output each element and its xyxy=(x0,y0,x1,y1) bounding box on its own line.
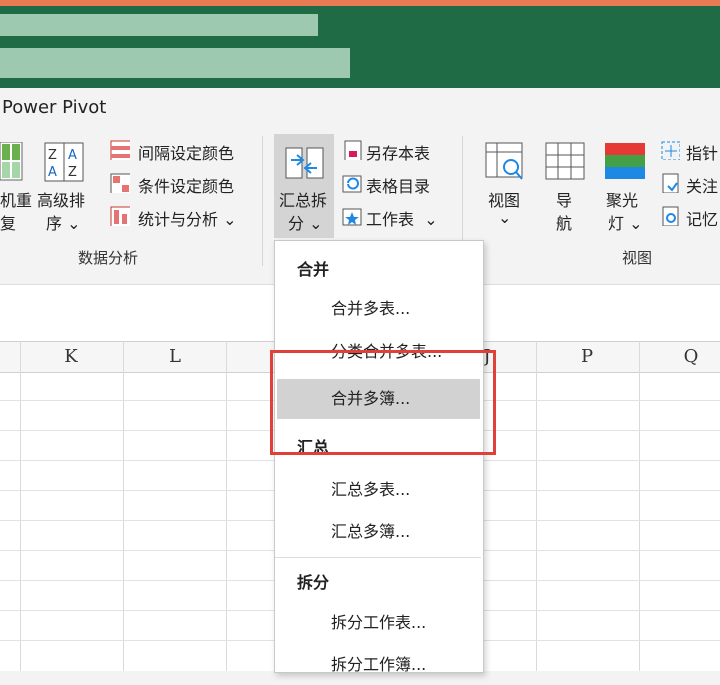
window-accent-strip xyxy=(0,0,720,6)
advanced-sort-label[interactable]: 高级排 xyxy=(37,187,85,211)
svg-text:A: A xyxy=(68,148,77,163)
spotlight-icon xyxy=(604,142,646,182)
follow-item[interactable]: 关注 xyxy=(660,173,720,195)
spotlight-label[interactable]: 聚光 xyxy=(606,187,638,211)
table-toc-label: 表格目录 xyxy=(366,177,431,196)
menu-item-split-workbook[interactable]: 拆分工作簿... xyxy=(277,645,480,685)
menu-divider xyxy=(275,557,481,558)
stats-item[interactable]: 统计与分析 ⌄ xyxy=(110,206,237,230)
svg-text:A: A xyxy=(48,165,57,180)
grid-vline xyxy=(536,341,537,671)
grid-vline xyxy=(226,341,227,671)
condition-grid-icon xyxy=(110,173,132,195)
grid-vline xyxy=(123,341,124,671)
menu-item-summary-multi-table[interactable]: 汇总多表... xyxy=(277,470,480,510)
navigation-label-2[interactable]: 航 xyxy=(556,210,572,234)
highlight-annotation-box xyxy=(270,350,496,455)
partial-table-icon xyxy=(0,141,24,182)
partial-button-label[interactable]: 机重 xyxy=(0,187,32,211)
merge-arrows-icon xyxy=(283,142,325,184)
toc-icon xyxy=(342,175,362,193)
menu-item-split-worksheet[interactable]: 拆分工作表... xyxy=(277,603,480,643)
advanced-sort-label-2[interactable]: 序 ⌄ xyxy=(46,210,81,234)
worksheet-label: 工作表 ⌄ xyxy=(366,210,438,229)
pointer-item[interactable]: 指针 xyxy=(660,140,720,162)
menu-section-split: 拆分 xyxy=(297,573,330,592)
stats-grid-icon xyxy=(110,206,132,228)
column-header-q[interactable]: Q xyxy=(640,342,720,372)
interval-color-item[interactable]: 间隔设定颜色 xyxy=(110,140,234,164)
save-table-item[interactable]: 另存本表 xyxy=(342,140,430,164)
worksheet-star-icon xyxy=(342,208,362,226)
stats-label: 统计与分析 ⌄ xyxy=(138,210,237,229)
group-label-view: 视图 xyxy=(622,249,653,267)
condition-color-label: 条件设定颜色 xyxy=(138,177,235,196)
navigation-icon xyxy=(545,142,585,182)
navigation-label[interactable]: 导 xyxy=(556,187,572,211)
column-header-l[interactable]: L xyxy=(124,342,226,372)
condition-color-item[interactable]: 条件设定颜色 xyxy=(110,173,234,197)
interval-color-label: 间隔设定颜色 xyxy=(138,144,235,163)
partial-button-label-2[interactable]: 复 xyxy=(0,210,16,234)
tab-power-pivot[interactable]: Power Pivot xyxy=(2,97,106,118)
menu-item-summary-multi-book[interactable]: 汇总多簿... xyxy=(277,512,480,552)
crosshair-icon xyxy=(661,141,681,161)
column-header-p[interactable]: P xyxy=(536,342,638,372)
svg-text:Z: Z xyxy=(48,148,57,163)
pointer-label: 指针 xyxy=(686,144,719,162)
blurred-title-row xyxy=(0,48,350,78)
blurred-tab-row xyxy=(0,14,318,36)
svg-text:Z: Z xyxy=(68,165,77,180)
group-label-data-analysis: 数据分析 xyxy=(78,249,139,267)
grid-vline xyxy=(20,341,21,671)
worksheet-item[interactable]: 工作表 ⌄ xyxy=(342,206,438,230)
memory-item[interactable]: 记忆 xyxy=(660,206,720,228)
save-table-label: 另存本表 xyxy=(366,144,431,163)
follow-label: 关注 xyxy=(686,177,719,195)
follow-doc-icon xyxy=(662,173,679,194)
view-icon xyxy=(485,142,525,182)
table-toc-item[interactable]: 表格目录 xyxy=(342,173,430,197)
summary-split-label-2: 分 ⌄ xyxy=(288,214,323,233)
summary-split-dropdown: 合并 合并多表... 分类合并多表... 合并多簿... 汇总 汇总多表... … xyxy=(274,240,484,674)
menu-item-merge-multi-table[interactable]: 合并多表... xyxy=(277,289,480,329)
spotlight-label-2[interactable]: 灯 ⌄ xyxy=(608,210,643,234)
grid-vline xyxy=(639,341,640,671)
save-doc-icon xyxy=(344,140,362,162)
memory-doc-icon xyxy=(662,206,679,227)
summary-split-label: 汇总拆 xyxy=(279,191,328,210)
grid-color-icon xyxy=(110,140,132,162)
group-divider xyxy=(262,136,263,266)
menu-section-merge: 合并 xyxy=(297,260,330,279)
sort-az-icon: ZAAZ xyxy=(44,142,84,182)
column-header-k[interactable]: K xyxy=(20,342,122,372)
memory-label: 记忆 xyxy=(686,210,719,228)
view-dropdown-icon[interactable]: ⌄ xyxy=(498,208,511,227)
